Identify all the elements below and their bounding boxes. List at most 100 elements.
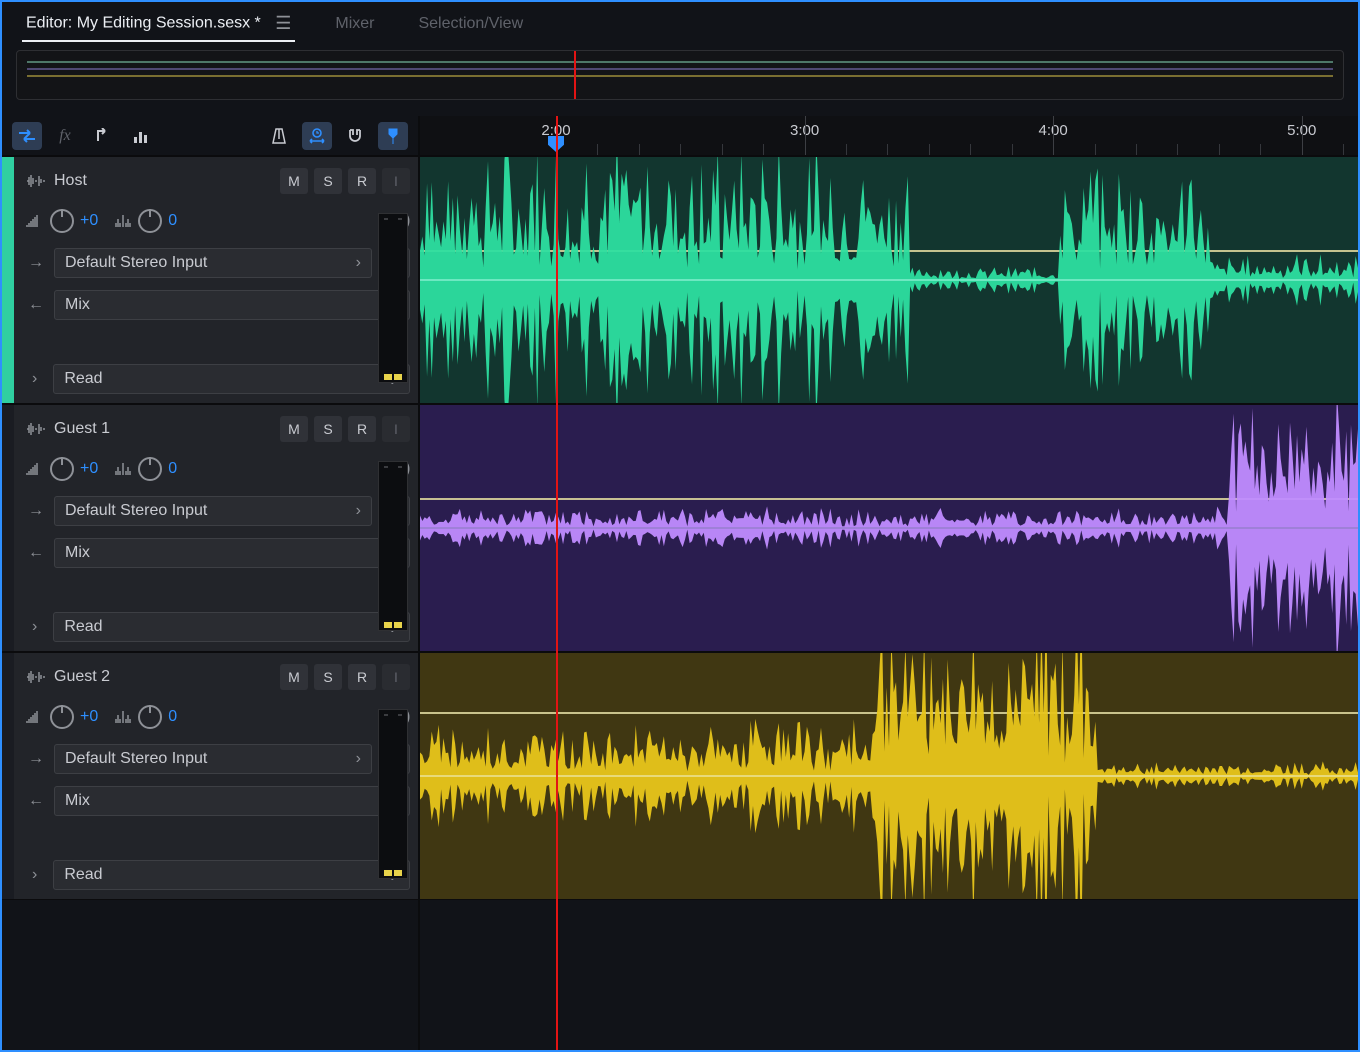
track-name-label: Guest 1 <box>54 420 110 438</box>
app-root: Editor: My Editing Session.sesx * ☰ Mixe… <box>0 0 1360 1052</box>
chevron-right-icon: › <box>356 254 361 272</box>
mute-button[interactable]: M <box>280 664 308 690</box>
automation-label: Read <box>64 370 102 388</box>
waveform-center-line <box>420 527 1358 529</box>
output-select[interactable]: Mix › <box>54 786 410 816</box>
volume-value: +0 <box>80 460 98 478</box>
track-name[interactable]: Host <box>26 172 87 190</box>
pan-icon <box>114 462 132 476</box>
snap-button[interactable] <box>340 122 370 150</box>
waveform-center-line <box>420 279 1358 281</box>
input-label: Default Stereo Input <box>65 502 207 520</box>
tab-selview-label: Selection/View <box>418 15 523 32</box>
track-color-tab[interactable] <box>2 157 14 403</box>
output-select[interactable]: Mix › <box>54 538 410 568</box>
track-header[interactable]: Host M S R I +0 <box>2 156 418 404</box>
output-select[interactable]: Mix › <box>54 290 410 320</box>
input-select[interactable]: Default Stereo Input › <box>54 744 372 774</box>
pan-knob[interactable] <box>138 705 162 729</box>
track-name-label: Host <box>54 172 87 190</box>
sends-button[interactable] <box>88 122 118 150</box>
record-arm-button[interactable]: R <box>348 416 376 442</box>
expand-automation-icon[interactable]: › <box>26 866 43 884</box>
playhead-line[interactable] <box>556 116 558 1050</box>
tab-selection-view[interactable]: Selection/View <box>414 9 527 39</box>
tab-editor[interactable]: Editor: My Editing Session.sesx * ☰ <box>22 7 295 42</box>
record-arm-button[interactable]: R <box>348 664 376 690</box>
automation-mode-select[interactable]: Read ⌄ <box>53 612 410 642</box>
track-color-tab[interactable] <box>2 405 14 651</box>
level-meter <box>378 709 408 879</box>
track-lane[interactable] <box>420 404 1358 652</box>
volume-icon <box>26 462 44 476</box>
volume-value: +0 <box>80 212 98 230</box>
track-name[interactable]: Guest 2 <box>26 668 110 686</box>
panel-tabs: Editor: My Editing Session.sesx * ☰ Mixe… <box>2 2 1358 46</box>
duration-toggle-button[interactable] <box>302 122 332 150</box>
input-select[interactable]: Default Stereo Input › <box>54 248 372 278</box>
input-select[interactable]: Default Stereo Input › <box>54 496 372 526</box>
pan-control[interactable]: 0 <box>114 457 177 481</box>
volume-control[interactable]: +0 <box>26 457 98 481</box>
automation-label: Read <box>64 618 102 636</box>
mute-button[interactable]: M <box>280 168 308 194</box>
track-color-tab[interactable] <box>2 653 14 899</box>
track-header[interactable]: Guest 2 M S R I +0 <box>2 652 418 900</box>
monitor-input-button[interactable]: I <box>382 664 410 690</box>
toggle-inputs-outputs-button[interactable] <box>12 122 42 150</box>
track-header[interactable]: Guest 1 M S R I +0 <box>2 404 418 652</box>
playhead-tool-button[interactable] <box>378 122 408 150</box>
panel-menu-icon[interactable]: ☰ <box>275 13 291 34</box>
volume-knob[interactable] <box>50 705 74 729</box>
track-lane[interactable] <box>420 652 1358 900</box>
automation-mode-select[interactable]: Read ⌄ <box>53 364 410 394</box>
tab-mixer[interactable]: Mixer <box>331 9 378 39</box>
pan-icon <box>114 710 132 724</box>
track-lanes <box>420 156 1358 1050</box>
track-name-label: Guest 2 <box>54 668 110 686</box>
time-ruler[interactable]: 2:003:004:005:00 <box>420 116 1358 156</box>
overview-navigator[interactable] <box>16 50 1344 100</box>
chevron-right-icon: › <box>356 502 361 520</box>
solo-button[interactable]: S <box>314 416 342 442</box>
volume-value: +0 <box>80 708 98 726</box>
input-arrow-icon: → <box>26 502 46 520</box>
monitor-input-button[interactable]: I <box>382 168 410 194</box>
input-arrow-icon: → <box>26 750 46 768</box>
pan-icon <box>114 214 132 228</box>
volume-icon <box>26 710 44 724</box>
volume-knob[interactable] <box>50 209 74 233</box>
volume-knob[interactable] <box>50 457 74 481</box>
overview-playhead[interactable] <box>574 51 576 99</box>
expand-automation-icon[interactable]: › <box>26 370 43 388</box>
tab-editor-label: Editor: My Editing Session.sesx * <box>26 14 261 31</box>
output-arrow-icon: ← <box>26 544 46 562</box>
expand-automation-icon[interactable]: › <box>26 618 43 636</box>
solo-button[interactable]: S <box>314 664 342 690</box>
mute-button[interactable]: M <box>280 416 308 442</box>
volume-control[interactable]: +0 <box>26 209 98 233</box>
input-arrow-icon: → <box>26 254 46 272</box>
input-label: Default Stereo Input <box>65 254 207 272</box>
timeline: 2:003:004:005:00 <box>418 116 1358 1050</box>
automation-label: Read <box>64 866 102 884</box>
pan-knob[interactable] <box>138 457 162 481</box>
solo-button[interactable]: S <box>314 168 342 194</box>
metronome-button[interactable] <box>264 122 294 150</box>
volume-control[interactable]: +0 <box>26 705 98 729</box>
automation-mode-select[interactable]: Read ⌄ <box>53 860 410 890</box>
eq-button[interactable] <box>126 122 156 150</box>
track-lane[interactable] <box>420 156 1358 404</box>
track-name[interactable]: Guest 1 <box>26 420 110 438</box>
output-label: Mix <box>65 792 90 810</box>
monitor-input-button[interactable]: I <box>382 416 410 442</box>
record-arm-button[interactable]: R <box>348 168 376 194</box>
fx-button[interactable]: fx <box>50 122 80 150</box>
chevron-right-icon: › <box>356 750 361 768</box>
pan-control[interactable]: 0 <box>114 209 177 233</box>
pan-control[interactable]: 0 <box>114 705 177 729</box>
pan-knob[interactable] <box>138 209 162 233</box>
overview-track-line <box>27 61 1333 63</box>
track-header-column: fx <box>2 116 418 1050</box>
waveform-track-icon <box>26 670 46 684</box>
